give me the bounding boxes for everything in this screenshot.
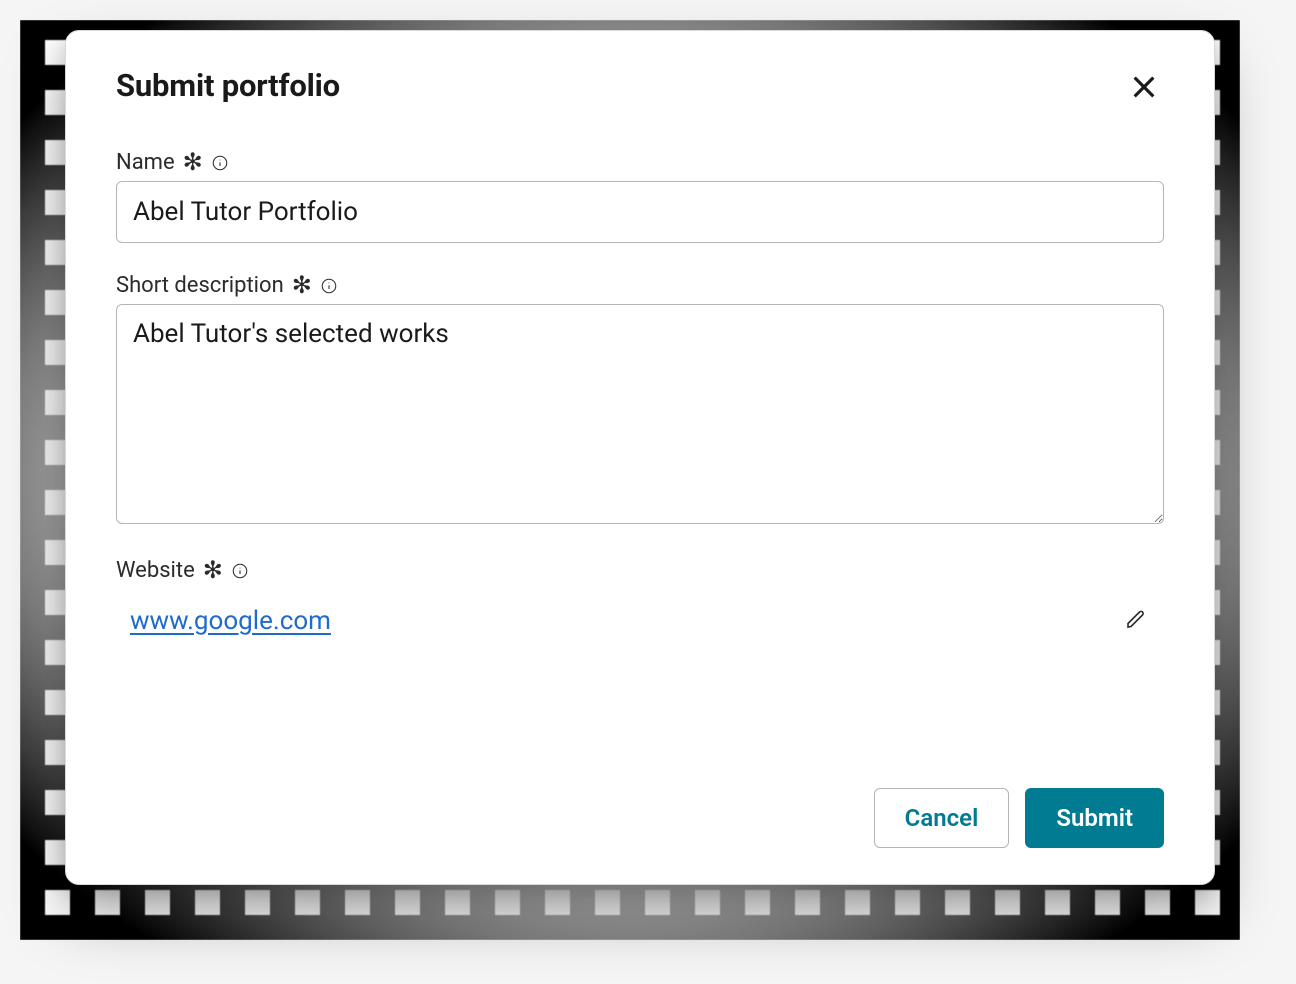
modal-header: Submit portfolio	[66, 31, 1214, 120]
modal-body: Name ✻ Short description ✻	[66, 120, 1214, 788]
website-field-group: Website ✻ www.google.com	[116, 558, 1164, 638]
name-label: Name	[116, 150, 175, 175]
website-label-row: Website ✻	[116, 558, 1164, 583]
edit-website-button[interactable]	[1120, 603, 1152, 638]
info-icon[interactable]	[320, 277, 338, 295]
website-label: Website	[116, 558, 195, 583]
short-description-field-group: Short description ✻	[116, 273, 1164, 528]
website-link[interactable]: www.google.com	[130, 606, 331, 636]
info-icon[interactable]	[231, 562, 249, 580]
name-input[interactable]	[116, 181, 1164, 243]
short-description-label: Short description	[116, 273, 284, 298]
info-icon[interactable]	[211, 154, 229, 172]
cancel-button[interactable]: Cancel	[874, 788, 1010, 848]
submit-portfolio-modal: Submit portfolio Name ✻	[65, 30, 1215, 885]
website-value-row: www.google.com	[116, 589, 1164, 638]
modal-footer: Cancel Submit	[66, 788, 1214, 884]
close-icon	[1128, 71, 1160, 103]
required-asterisk-icon: ✻	[203, 559, 223, 583]
short-description-label-row: Short description ✻	[116, 273, 1164, 298]
name-label-row: Name ✻	[116, 150, 1164, 175]
required-asterisk-icon: ✻	[292, 274, 312, 298]
required-asterisk-icon: ✻	[183, 151, 203, 175]
name-field-group: Name ✻	[116, 150, 1164, 243]
close-button[interactable]	[1124, 67, 1164, 110]
pencil-icon	[1124, 607, 1148, 631]
short-description-textarea[interactable]	[116, 304, 1164, 524]
modal-title: Submit portfolio	[116, 67, 340, 104]
submit-button[interactable]: Submit	[1025, 788, 1164, 848]
